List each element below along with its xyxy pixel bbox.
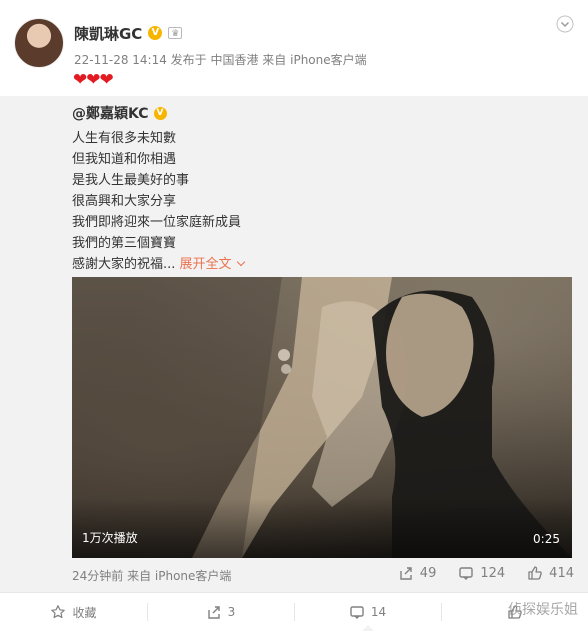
post-header: 陳凱琳GC V ♛ 22-11-28 14:14 发布于 中国香港 来自 iPh… xyxy=(0,0,588,96)
repost-line-last: 感謝大家的祝福... 展开全文 xyxy=(72,254,244,275)
repost-line: 是我人生最美好的事 xyxy=(72,173,190,188)
repost-author[interactable]: @鄭嘉穎KC xyxy=(72,103,149,123)
repost-button[interactable]: 3 xyxy=(147,593,294,631)
repost-card: @鄭嘉穎KC V 人生有很多未知數 但我知道和你相遇 是我人生最美好的事 很高興… xyxy=(0,96,588,592)
watermark: 侦探娱乐姐 xyxy=(508,602,578,618)
repost-text: 人生有很多未知數 但我知道和你相遇 是我人生最美好的事 很高興和大家分享 我們即… xyxy=(72,128,244,275)
thumbs-up-icon xyxy=(528,566,542,580)
author-name[interactable]: 陳凱琳GC xyxy=(74,23,142,44)
comment-count: 124 xyxy=(480,565,506,581)
comment-icon xyxy=(350,606,364,619)
repost-stats: 49 124 414 xyxy=(398,565,574,581)
repost-count: 49 xyxy=(419,565,437,581)
chevron-down-icon[interactable] xyxy=(556,15,574,33)
repost-line-text: 感謝大家的祝福... xyxy=(72,257,176,272)
verified-icon: V xyxy=(153,106,167,120)
favorite-button[interactable]: 收藏 xyxy=(0,593,147,631)
repost-line: 人生有很多未知數 xyxy=(72,131,177,146)
expand-full-text-link[interactable]: 展开全文 xyxy=(180,257,244,272)
video-player[interactable]: 1万次播放 0:25 xyxy=(72,277,572,558)
verified-icon: V xyxy=(148,26,163,40)
like-count-button[interactable]: 414 xyxy=(527,565,574,581)
comment-button[interactable]: 14 xyxy=(294,593,441,631)
star-icon xyxy=(51,605,66,619)
post-meta: 22-11-28 14:14 发布于 中国香港 来自 iPhone客户端 xyxy=(74,53,367,67)
repost-icon xyxy=(400,567,412,580)
play-count: 1万次播放 xyxy=(82,531,138,545)
active-tab-indicator xyxy=(361,625,374,631)
comment-icon xyxy=(459,567,474,580)
comment-count-button[interactable]: 124 xyxy=(458,565,505,581)
repost-icon xyxy=(207,606,220,619)
crown-icon: ♛ xyxy=(168,27,183,39)
post-action-bar: 收藏 3 14 xyxy=(0,592,588,631)
repost-author-row: @鄭嘉穎KC V xyxy=(72,103,167,123)
video-duration: 0:25 xyxy=(533,532,560,546)
repost-count-button[interactable]: 49 xyxy=(398,565,437,581)
repost-line: 我們即將迎來一位家庭新成員 xyxy=(72,215,242,230)
repost-action-count: 3 xyxy=(227,605,236,619)
author-row: 陳凱琳GC V ♛ xyxy=(74,23,183,44)
like-count: 414 xyxy=(549,565,574,581)
repost-time: 24分钟前 来自 iPhone客户端 xyxy=(72,569,232,583)
repost-footer: 24分钟前 来自 iPhone客户端 49 124 414 xyxy=(0,561,588,589)
post-text: ❤❤❤ xyxy=(73,70,114,90)
favorite-label: 收藏 xyxy=(72,605,97,620)
author-avatar[interactable] xyxy=(14,18,64,68)
comment-action-count: 14 xyxy=(370,605,387,619)
repost-line: 很高興和大家分享 xyxy=(72,194,177,209)
repost-line: 我們的第三個寶寶 xyxy=(72,236,177,251)
video-overlay xyxy=(72,498,572,558)
repost-line: 但我知道和你相遇 xyxy=(72,152,177,167)
